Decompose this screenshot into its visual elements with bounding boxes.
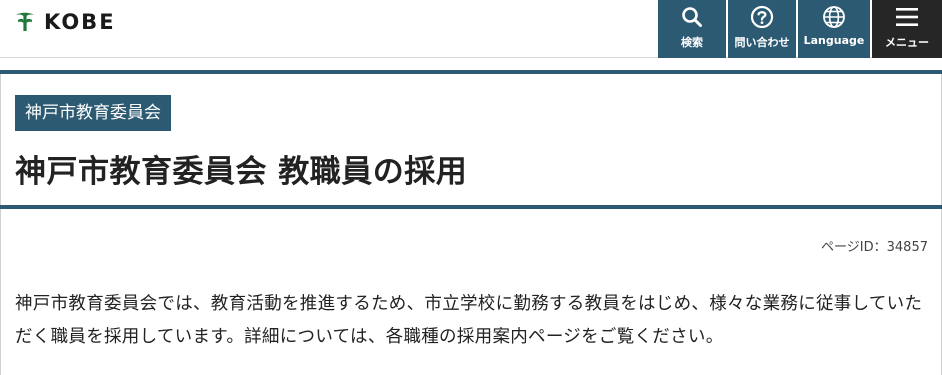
page-id: ページID：34857 (821, 240, 928, 255)
language-button-label: Language (803, 34, 865, 47)
site-header: KOBE 検索 問い合わせ Language メニュー (0, 0, 942, 58)
globe-icon (823, 6, 845, 28)
menu-button-label: メニュー (885, 36, 929, 49)
contact-button[interactable]: 問い合わせ (728, 0, 796, 58)
page-title: 神戸市教育委員会 教職員の採用 (15, 154, 468, 190)
search-button-label: 検索 (681, 36, 703, 49)
utility-nav: 検索 問い合わせ Language メニュー (656, 0, 942, 58)
intro-paragraph: 神戸市教育委員会では、教育活動を推進するため、市立学校に勤務する教員をはじめ、様… (15, 294, 923, 347)
contact-button-label: 問い合わせ (734, 36, 790, 49)
site-logo[interactable]: KOBE (14, 10, 116, 34)
page: KOBE 検索 問い合わせ Language メニュー 神戸市教育委員会 神戸市… (0, 0, 942, 375)
search-icon (682, 7, 702, 27)
hamburger-menu-icon (896, 8, 918, 26)
language-button[interactable]: Language (798, 0, 870, 58)
content-area: ページID：34857 神戸市教育委員会では、教育活動を推進するため、市立学校に… (0, 209, 942, 375)
logo-text: KOBE (44, 10, 116, 34)
question-circle-icon (750, 5, 774, 29)
category-label[interactable]: 神戸市教育委員会 (15, 95, 171, 131)
menu-button[interactable]: メニュー (872, 0, 942, 58)
kobe-city-emblem-icon (16, 12, 34, 31)
title-block: 神戸市教育委員会 神戸市教育委員会 教職員の採用 (0, 74, 942, 205)
search-button[interactable]: 検索 (658, 0, 726, 58)
